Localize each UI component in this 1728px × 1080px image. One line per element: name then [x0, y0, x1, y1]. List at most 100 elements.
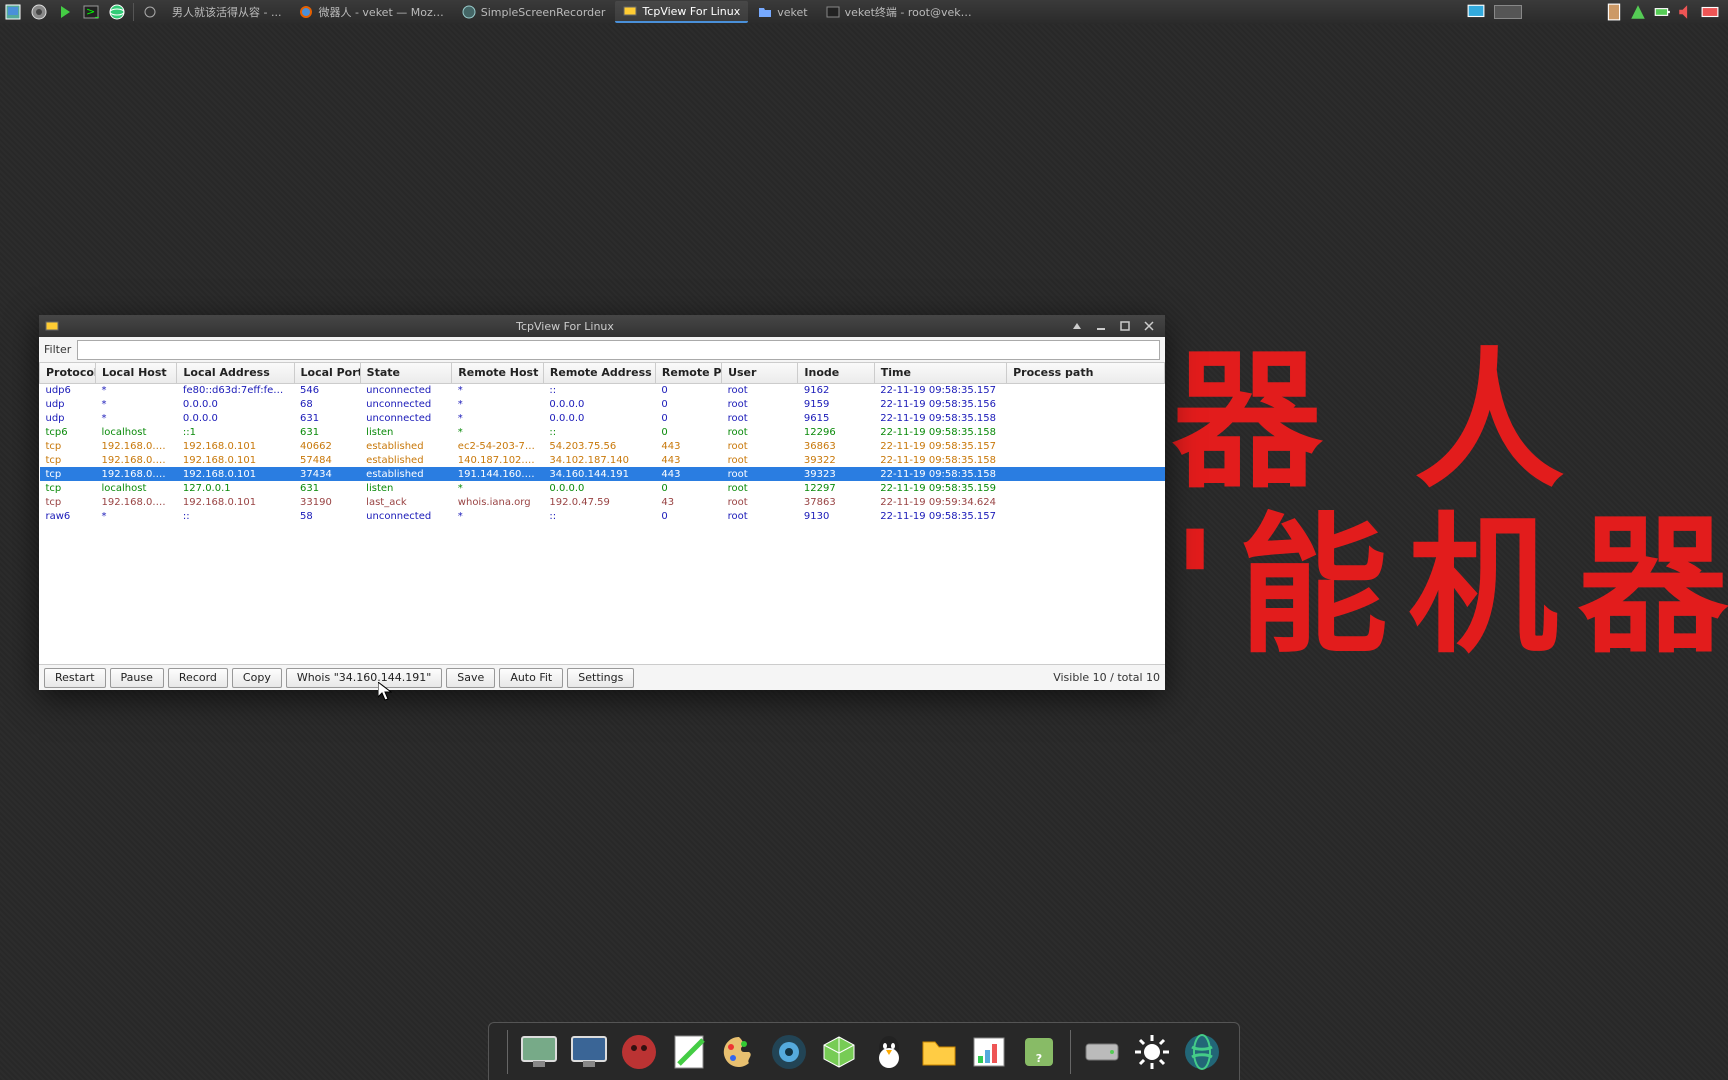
- table-cell: root: [722, 481, 798, 495]
- table-cell: 192.168.0.101: [95, 467, 176, 481]
- table-row[interactable]: tcp192.168.0.101192.168.0.10133190last_a…: [40, 495, 1165, 509]
- taskbar-item-firefox[interactable]: 微器人 - veket — Moz…: [291, 1, 451, 23]
- terminal-launcher-icon[interactable]: >_: [80, 1, 102, 23]
- dock-spreadsheet-icon[interactable]: [965, 1028, 1013, 1076]
- record-button[interactable]: Record: [168, 668, 228, 688]
- dock-monitor-icon[interactable]: [565, 1028, 613, 1076]
- dock-desktop-icon[interactable]: [515, 1028, 563, 1076]
- table-cell: established: [360, 453, 452, 467]
- column-header-user[interactable]: User: [722, 363, 798, 383]
- taskbar-item-screenrecorder[interactable]: SimpleScreenRecorder: [454, 1, 614, 23]
- table-cell: established: [360, 439, 452, 453]
- dock-drive-icon[interactable]: [1078, 1028, 1126, 1076]
- pause-button[interactable]: Pause: [110, 668, 164, 688]
- table-cell: [1007, 411, 1165, 425]
- window-maximize-button[interactable]: [1113, 317, 1137, 335]
- table-cell: [1007, 397, 1165, 411]
- whois-button[interactable]: Whois "34.160.144.191": [286, 668, 442, 688]
- column-header-local-host[interactable]: Local Host: [95, 363, 176, 383]
- network-icon[interactable]: [1629, 3, 1647, 21]
- table-row[interactable]: udp*0.0.0.068unconnected*0.0.0.00root915…: [40, 397, 1165, 411]
- table-row[interactable]: tcp192.168.0.101192.168.0.10137434establ…: [40, 467, 1165, 481]
- restart-button[interactable]: Restart: [44, 668, 106, 688]
- table-cell: root: [722, 453, 798, 467]
- table-cell: tcp: [40, 453, 96, 467]
- table-cell: root: [722, 411, 798, 425]
- table-cell: 9159: [798, 397, 874, 411]
- table-cell: 58: [294, 509, 360, 523]
- column-header-protocol[interactable]: Protocol▲: [40, 363, 96, 383]
- table-row[interactable]: tcp6localhost::1631listen*::0root1229622…: [40, 425, 1165, 439]
- column-header-local-address[interactable]: Local Address: [177, 363, 294, 383]
- window-minimize-button[interactable]: [1089, 317, 1113, 335]
- taskbar-item-text-editor[interactable]: 男人就该活得从容 - ...: [164, 1, 289, 23]
- taskbar-item-file-manager[interactable]: veket: [750, 1, 815, 23]
- table-cell: root: [722, 467, 798, 481]
- table-cell: 0.0.0.0: [543, 411, 655, 425]
- window-titlebar[interactable]: TcpView For Linux: [39, 315, 1165, 337]
- dock-help-icon[interactable]: ?: [1015, 1028, 1063, 1076]
- copy-button[interactable]: Copy: [232, 668, 282, 688]
- dock-speaker-icon[interactable]: [765, 1028, 813, 1076]
- column-header-process-path[interactable]: Process path: [1007, 363, 1165, 383]
- connection-table-scroll[interactable]: Protocol▲Local HostLocal AddressLocal Po…: [39, 363, 1165, 664]
- filter-input[interactable]: [77, 340, 1160, 360]
- table-body: udp6*fe80::d63d:7eff:fe1b:b…546unconnect…: [40, 383, 1165, 523]
- table-cell: localhost: [95, 425, 176, 439]
- table-cell: 0.0.0.0: [177, 397, 294, 411]
- window-close-button[interactable]: [1137, 317, 1161, 335]
- table-header-row: Protocol▲Local HostLocal AddressLocal Po…: [40, 363, 1165, 383]
- table-row[interactable]: tcp192.168.0.101192.168.0.10157484establ…: [40, 453, 1165, 467]
- window-title: TcpView For Linux: [65, 320, 1065, 333]
- table-row[interactable]: tcp192.168.0.101192.168.0.10140662establ…: [40, 439, 1165, 453]
- settings-button[interactable]: Settings: [567, 668, 634, 688]
- column-header-time[interactable]: Time: [874, 363, 1006, 383]
- column-header-remote-address[interactable]: Remote Address: [543, 363, 655, 383]
- browser-launcher-icon[interactable]: [106, 1, 128, 23]
- column-header-inode[interactable]: Inode: [798, 363, 874, 383]
- clipboard-icon[interactable]: [1605, 3, 1623, 21]
- keyboard-icon[interactable]: [1701, 3, 1719, 21]
- dock-red-app-icon[interactable]: [615, 1028, 663, 1076]
- column-header-remote-host[interactable]: Remote Host: [452, 363, 544, 383]
- dock-tux-icon[interactable]: [865, 1028, 913, 1076]
- dock-globe-icon[interactable]: [1178, 1028, 1226, 1076]
- dock-box-icon[interactable]: [815, 1028, 863, 1076]
- dock-brightness-icon[interactable]: [1128, 1028, 1176, 1076]
- column-header-local-port[interactable]: Local Port: [294, 363, 360, 383]
- table-row[interactable]: raw6*::58unconnected*::0root913022-11-19…: [40, 509, 1165, 523]
- table-cell: *: [95, 509, 176, 523]
- save-button[interactable]: Save: [446, 668, 495, 688]
- system-menu-icon[interactable]: [28, 1, 50, 23]
- table-cell: *: [95, 383, 176, 397]
- taskbar-item-tcpview[interactable]: TcpView For Linux: [615, 1, 748, 23]
- firefox-icon: [299, 5, 313, 19]
- table-cell: 36863: [798, 439, 874, 453]
- dock-palette-icon[interactable]: [715, 1028, 763, 1076]
- app-icon: [45, 319, 59, 333]
- connection-table: Protocol▲Local HostLocal AddressLocal Po…: [39, 363, 1165, 523]
- table-row[interactable]: udp*0.0.0.0631unconnected*0.0.0.00root96…: [40, 411, 1165, 425]
- volume-icon[interactable]: [1677, 3, 1695, 21]
- workspace-switcher[interactable]: [1494, 5, 1522, 19]
- window-shade-button[interactable]: [1065, 317, 1089, 335]
- table-cell: [1007, 509, 1165, 523]
- taskbar-item-label: veket: [777, 6, 807, 19]
- table-cell: 631: [294, 481, 360, 495]
- table-row[interactable]: tcplocalhost127.0.0.1631listen*0.0.0.00r…: [40, 481, 1165, 495]
- nav-forward-icon[interactable]: [54, 1, 76, 23]
- display-icon[interactable]: [1467, 3, 1485, 21]
- dock-folder-icon[interactable]: [915, 1028, 963, 1076]
- battery-icon[interactable]: [1653, 3, 1671, 21]
- table-row[interactable]: udp6*fe80::d63d:7eff:fe1b:b…546unconnect…: [40, 383, 1165, 397]
- table-cell: root: [722, 439, 798, 453]
- taskbar: >_ 男人就该活得从容 - ... 微器人 - veket — Moz… Sim…: [0, 0, 1728, 24]
- show-desktop-icon[interactable]: [2, 1, 24, 23]
- column-header-state[interactable]: State: [360, 363, 452, 383]
- column-header-remote-por[interactable]: Remote Por: [655, 363, 721, 383]
- record-indicator-icon[interactable]: [139, 1, 161, 23]
- taskbar-item-terminal[interactable]: veket终端 - root@vek…: [818, 1, 980, 23]
- table-cell: udp: [40, 397, 96, 411]
- dock-notes-icon[interactable]: [665, 1028, 713, 1076]
- autofit-button[interactable]: Auto Fit: [499, 668, 563, 688]
